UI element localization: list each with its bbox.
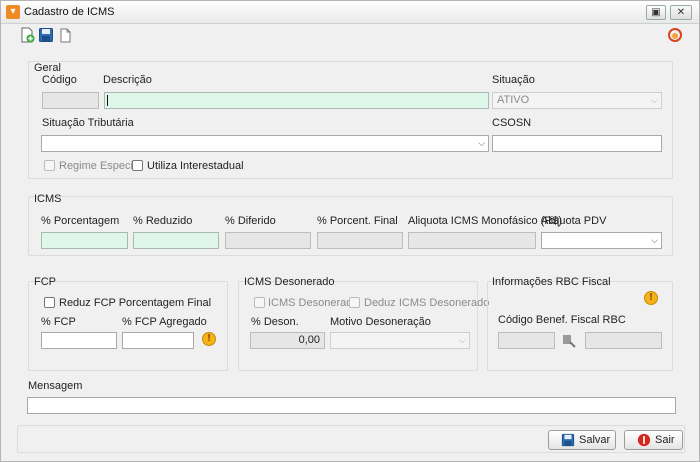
- deson-field: 0,00: [250, 332, 325, 349]
- icms-desonerado-section-title: ICMS Desonerado: [244, 276, 335, 288]
- reduzido-label: % Reduzido: [133, 215, 193, 227]
- warning-icon[interactable]: !: [202, 332, 216, 346]
- exit-icon: [637, 433, 651, 447]
- sair-label: Sair: [655, 434, 675, 446]
- restore-button[interactable]: ▣: [646, 5, 666, 20]
- search-icon[interactable]: [561, 333, 577, 349]
- text-cursor: [107, 95, 108, 106]
- rbc-section-title: Informações RBC Fiscal: [492, 276, 611, 288]
- regime-especial-label: Regime Especial: [59, 160, 142, 172]
- aliquota-monofasico-field: [408, 232, 536, 249]
- descricao-label: Descrição: [103, 74, 152, 86]
- reduzido-field[interactable]: [133, 232, 219, 249]
- diferido-label: % Diferido: [225, 215, 276, 227]
- situacao-tributaria-label: Situação Tributária: [42, 117, 134, 129]
- close-button[interactable]: ✕: [670, 5, 692, 20]
- salvar-button[interactable]: Salvar: [548, 430, 616, 450]
- copy-icon[interactable]: [57, 27, 73, 43]
- deson-label: % Deson.: [251, 316, 299, 328]
- refresh-icon[interactable]: [667, 27, 683, 43]
- utiliza-interestadual-label: Utiliza Interestadual: [147, 160, 244, 172]
- fcp-agregado-label: % FCP Agregado: [122, 316, 207, 328]
- motivo-select[interactable]: ⌵: [330, 332, 470, 349]
- warning-icon[interactable]: !: [644, 291, 658, 305]
- situacao-select[interactable]: ATIVO ⌵: [492, 92, 662, 109]
- aliquota-monofasico-label: Aliquota ICMS Monofásico (R$): [408, 215, 563, 227]
- chevron-down-icon: ⌵: [651, 235, 658, 245]
- porcentagem-label: % Porcentagem: [41, 215, 120, 227]
- rbc-codigo-label: Código Benef. Fiscal RBC: [498, 314, 626, 326]
- reduz-fcp-checkbox[interactable]: [44, 297, 55, 308]
- window-title: Cadastro de ICMS: [24, 6, 115, 18]
- app-icon: ▾: [6, 5, 20, 19]
- deduz-icms-desonerado-label: Deduz ICMS Desonerado: [364, 297, 490, 309]
- deduz-icms-desonerado-checkbox[interactable]: [349, 297, 360, 308]
- regime-especial-checkbox[interactable]: [44, 160, 55, 171]
- chevron-down-icon: ⌵: [478, 138, 485, 148]
- salvar-label: Salvar: [579, 434, 611, 446]
- save-icon: [561, 433, 575, 447]
- codigo-label: Código: [42, 74, 77, 86]
- situacao-label: Situação: [492, 74, 535, 86]
- geral-section-title: Geral: [34, 62, 61, 74]
- situacao-tributaria-select[interactable]: ⌵: [41, 135, 489, 152]
- fcp-agregado-field[interactable]: [122, 332, 194, 349]
- fcp-label: % FCP: [41, 316, 76, 328]
- reduz-fcp-label: Reduz FCP Porcentagem Final: [59, 297, 212, 309]
- mensagem-label: Mensagem: [28, 380, 83, 392]
- icms-window: ▾ Cadastro de ICMS ▣ ✕ Geral Código Desc…: [0, 0, 700, 462]
- chevron-down-icon: ⌵: [459, 335, 466, 345]
- motivo-label: Motivo Desoneração: [330, 316, 431, 328]
- descricao-field[interactable]: [104, 92, 489, 109]
- icms-desonerado-checkbox-label: ICMS Desonerado: [268, 297, 359, 309]
- mensagem-field[interactable]: [27, 397, 676, 414]
- chevron-down-icon: ⌵: [651, 95, 658, 105]
- situacao-value: ATIVO: [497, 94, 530, 106]
- fcp-field[interactable]: [41, 332, 117, 349]
- porcentagem-field[interactable]: [41, 232, 128, 249]
- diferido-field: [225, 232, 311, 249]
- rbc-descricao-field: [585, 332, 662, 349]
- sair-button[interactable]: Sair: [624, 430, 683, 450]
- icms-section-title: ICMS: [34, 193, 62, 205]
- aliquota-pdv-select[interactable]: ⌵: [541, 232, 662, 249]
- codigo-field: [42, 92, 99, 109]
- aliquota-pdv-label: Aliquota PDV: [541, 215, 607, 227]
- porcent-final-label: % Porcent. Final: [317, 215, 398, 227]
- csosn-label: CSOSN: [492, 117, 532, 129]
- new-doc-icon[interactable]: [19, 27, 35, 43]
- rbc-codigo-field: [498, 332, 555, 349]
- csosn-field[interactable]: [492, 135, 662, 152]
- fcp-section-title: FCP: [34, 276, 56, 288]
- icms-desonerado-checkbox[interactable]: [254, 297, 265, 308]
- porcent-final-field: [317, 232, 403, 249]
- title-bar: ▾ Cadastro de ICMS ▣ ✕: [1, 1, 699, 24]
- utiliza-interestadual-checkbox[interactable]: [132, 160, 143, 171]
- save-icon[interactable]: [38, 27, 54, 43]
